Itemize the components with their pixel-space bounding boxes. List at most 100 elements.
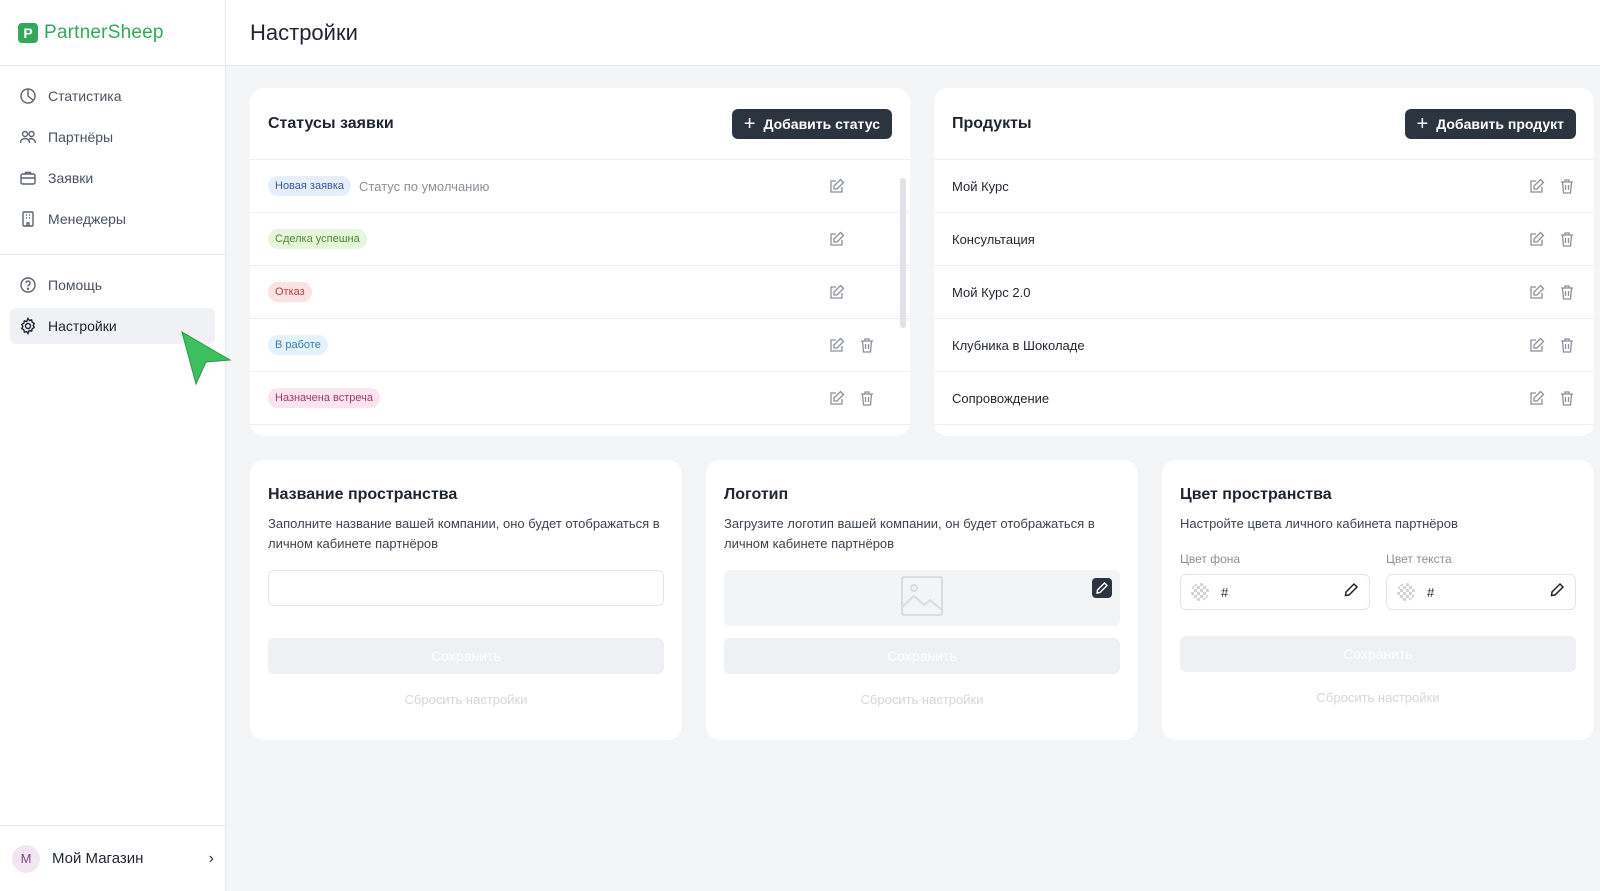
status-row: В работе bbox=[250, 319, 910, 372]
logo-card: Логотип Загрузите логотип вашей компании… bbox=[706, 460, 1138, 740]
avatar: M bbox=[12, 844, 40, 873]
sidebar-item-label: Настройки bbox=[48, 318, 117, 334]
gear-icon bbox=[19, 317, 37, 335]
product-row: Консультация bbox=[934, 213, 1594, 266]
statuses-scrollbar[interactable] bbox=[900, 178, 906, 328]
eyedropper-icon[interactable] bbox=[1343, 582, 1359, 603]
add-product-label: Добавить продукт bbox=[1436, 115, 1564, 132]
bg-color-input[interactable]: # bbox=[1180, 574, 1370, 610]
space-color-save-button[interactable]: Сохранить bbox=[1180, 636, 1576, 672]
edit-icon[interactable] bbox=[828, 389, 846, 407]
edit-icon[interactable] bbox=[1528, 283, 1546, 301]
space-name-reset-link[interactable]: Сбросить настройки bbox=[268, 692, 664, 707]
space-name-save-button[interactable]: Сохранить bbox=[268, 638, 664, 674]
edit-icon[interactable] bbox=[1528, 230, 1546, 248]
edit-icon[interactable] bbox=[1528, 389, 1546, 407]
space-name-desc: Заполните название вашей компании, оно б… bbox=[268, 516, 660, 551]
space-name-title: Название пространства bbox=[268, 486, 458, 503]
sidebar-item-label: Заявки bbox=[48, 170, 94, 186]
product-name: Клубника в Шоколаде bbox=[952, 337, 1085, 353]
eyedropper-icon[interactable] bbox=[1549, 582, 1565, 603]
edit-icon[interactable] bbox=[1528, 177, 1546, 195]
status-row: Отказ bbox=[250, 266, 910, 319]
space-name-card: Название пространства Заполните название… bbox=[250, 460, 682, 740]
status-badge: Отказ bbox=[268, 282, 312, 302]
text-color-label: Цвет текста bbox=[1386, 552, 1452, 566]
statuses-card: Статусы заявки + Добавить статус Новая з… bbox=[250, 88, 910, 436]
logo-edit-button[interactable] bbox=[1092, 578, 1112, 598]
sidebar-item-statistics[interactable]: Статистика bbox=[10, 78, 215, 114]
chart-pie-icon bbox=[19, 87, 37, 105]
transparent-swatch-icon bbox=[1397, 583, 1415, 601]
trash-icon[interactable] bbox=[1558, 177, 1576, 195]
trash-icon[interactable] bbox=[858, 336, 876, 354]
space-color-card: Цвет пространства Настройте цвета личног… bbox=[1162, 460, 1594, 740]
edit-icon[interactable] bbox=[828, 283, 846, 301]
logo-reset-link[interactable]: Сбросить настройки bbox=[724, 692, 1120, 707]
status-row: Сделка успешна bbox=[250, 213, 910, 266]
text-color-input[interactable]: # bbox=[1386, 574, 1576, 610]
chevron-right-icon: › bbox=[208, 849, 214, 867]
sidebar-item-requests[interactable]: Заявки bbox=[10, 160, 215, 196]
statuses-title: Статусы заявки bbox=[268, 114, 394, 132]
trash-icon[interactable] bbox=[1558, 336, 1576, 354]
sidebar-item-label: Менеджеры bbox=[48, 211, 126, 227]
add-status-label: Добавить статус bbox=[763, 115, 880, 132]
trash-icon[interactable] bbox=[1558, 389, 1576, 407]
edit-icon[interactable] bbox=[828, 177, 846, 195]
sidebar-item-label: Статистика bbox=[48, 88, 122, 104]
trash-icon[interactable] bbox=[1558, 230, 1576, 248]
product-name: Сопровождение bbox=[952, 390, 1050, 406]
account-name: Мой Магазин bbox=[52, 850, 144, 867]
space-color-desc: Настройте цвета личного кабинета партнёр… bbox=[1180, 516, 1458, 531]
bg-color-label: Цвет фона bbox=[1180, 552, 1241, 566]
status-row: Назначена встреча bbox=[250, 372, 910, 425]
logo-save-button[interactable]: Сохранить bbox=[724, 638, 1120, 674]
status-desc: Статус по умолчанию bbox=[359, 178, 490, 194]
status-badge: Сделка успешна bbox=[268, 229, 367, 249]
products-list: Мой Курс Консультация Мой Курс 2.0 Клубника… bbox=[934, 160, 1594, 425]
logo-icon: P bbox=[18, 22, 38, 43]
products-title: Продукты bbox=[952, 114, 1032, 132]
edit-icon[interactable] bbox=[828, 230, 846, 248]
trash-icon[interactable] bbox=[858, 389, 876, 407]
edit-icon[interactable] bbox=[1528, 336, 1546, 354]
product-name: Мой Курс bbox=[952, 178, 1009, 194]
building-icon bbox=[19, 210, 37, 228]
sidebar-item-help[interactable]: Помощь bbox=[10, 267, 215, 303]
plus-icon: + bbox=[743, 112, 756, 135]
bg-color-value: # bbox=[1221, 584, 1229, 600]
users-icon bbox=[19, 128, 37, 146]
product-row: Мой Курс bbox=[934, 160, 1594, 213]
sidebar-item-label: Партнёры bbox=[48, 129, 114, 145]
pencil-icon bbox=[1096, 582, 1108, 594]
logo-title: Логотип bbox=[724, 486, 789, 503]
briefcase-icon bbox=[19, 169, 37, 187]
edit-icon[interactable] bbox=[828, 336, 846, 354]
status-row: Новая заявка Статус по умолчанию bbox=[250, 160, 910, 213]
page-header: Настройки bbox=[226, 0, 1600, 66]
products-header: Продукты + Добавить продукт bbox=[934, 88, 1594, 160]
transparent-swatch-icon bbox=[1191, 583, 1209, 601]
space-color-reset-link[interactable]: Сбросить настройки bbox=[1180, 690, 1576, 705]
logo-upload-area[interactable] bbox=[724, 570, 1120, 626]
app-logo[interactable]: P PartnerSheep bbox=[0, 0, 225, 66]
sidebar-item-partners[interactable]: Партнёры bbox=[10, 119, 215, 155]
sidebar-item-managers[interactable]: Менеджеры bbox=[10, 201, 215, 237]
status-badge: Новая заявка bbox=[268, 176, 352, 196]
product-row: Клубника в Шоколаде bbox=[934, 319, 1594, 372]
account-switcher[interactable]: M Мой Магазин › bbox=[0, 825, 226, 891]
main-nav: Статистика Партнёры Заявки Менеджеры bbox=[0, 66, 225, 255]
space-name-input[interactable] bbox=[268, 570, 664, 606]
page-title: Настройки bbox=[250, 19, 358, 45]
sidebar: P PartnerSheep Статистика Партнёры Заявк… bbox=[0, 0, 226, 891]
statuses-list: Новая заявка Статус по умолчанию Сделка ус… bbox=[250, 160, 910, 425]
add-status-button[interactable]: + Добавить статус bbox=[731, 108, 892, 139]
product-name: Консультация bbox=[952, 231, 1035, 247]
product-row: Мой Курс 2.0 bbox=[934, 266, 1594, 319]
status-badge: В работе bbox=[268, 335, 328, 355]
text-color-value: # bbox=[1427, 584, 1435, 600]
add-product-button[interactable]: + Добавить продукт bbox=[1404, 108, 1576, 139]
plus-icon: + bbox=[1416, 112, 1429, 135]
trash-icon[interactable] bbox=[1558, 283, 1576, 301]
